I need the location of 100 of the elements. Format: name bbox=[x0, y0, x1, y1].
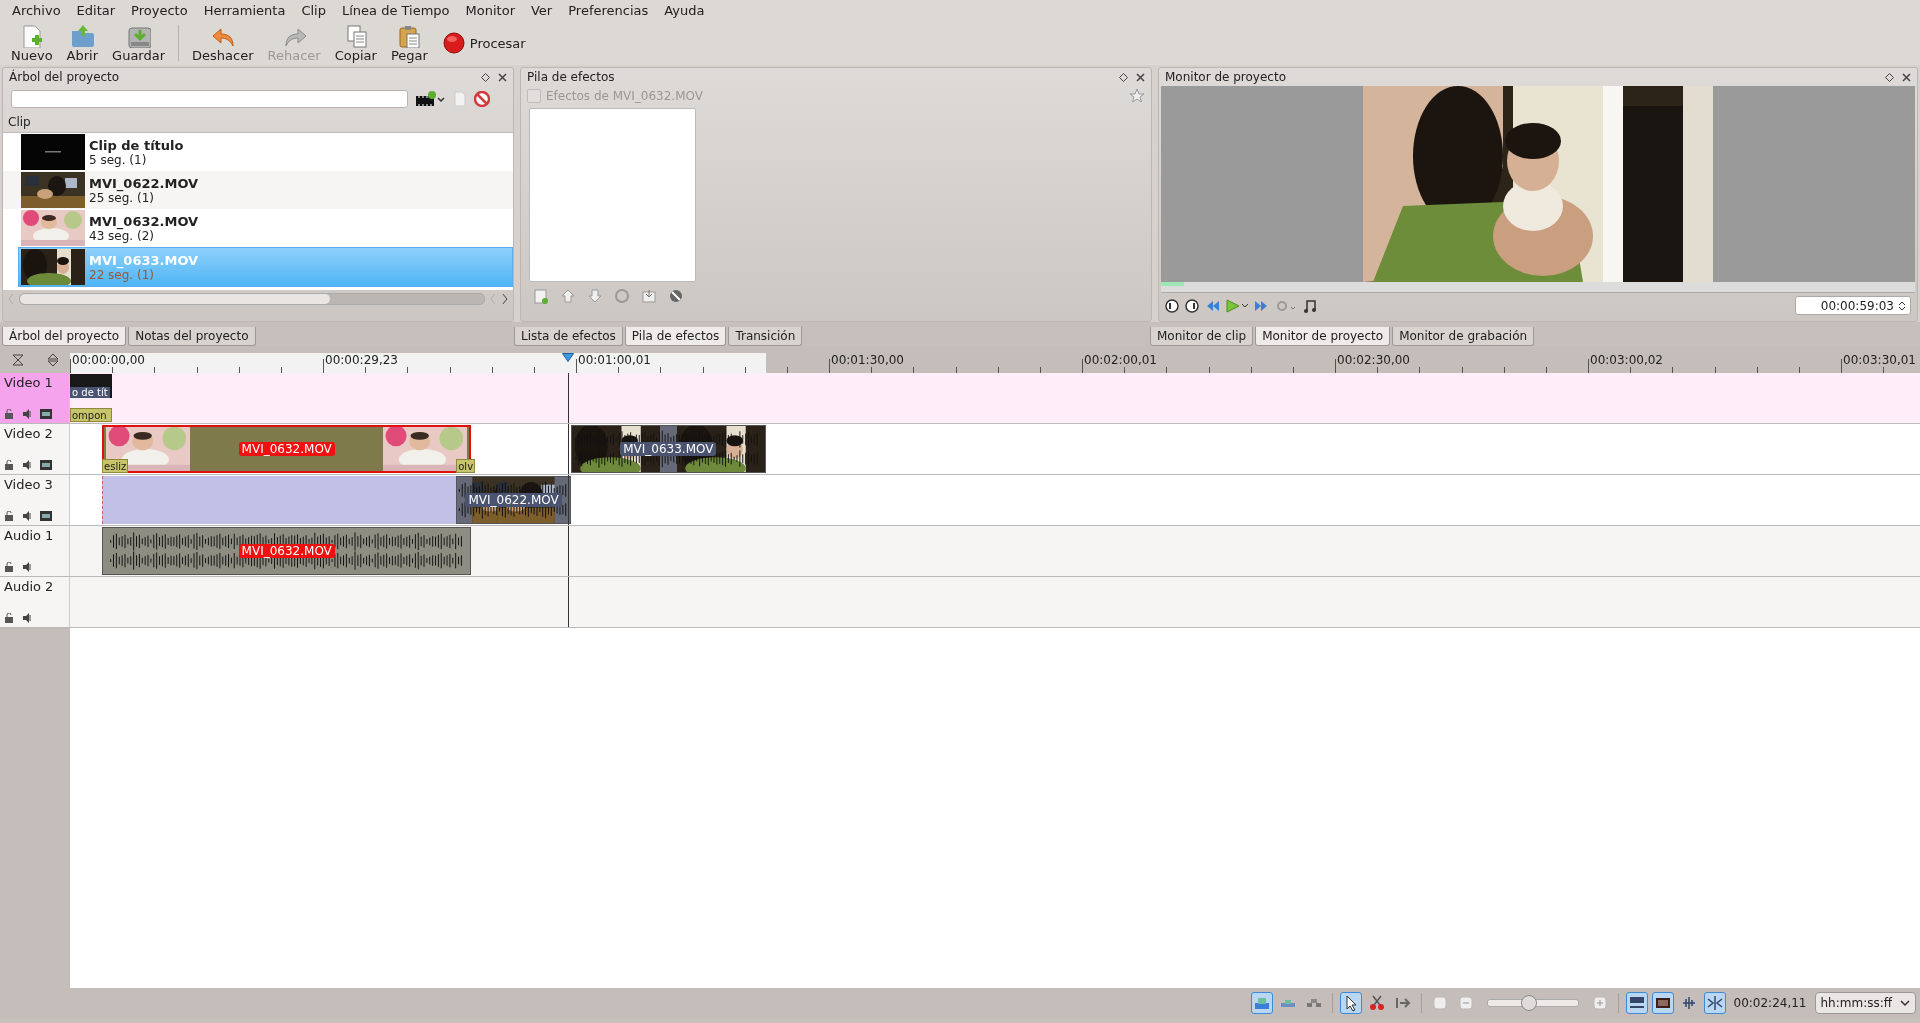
clip-label: MVI_0622.MOV bbox=[465, 493, 562, 507]
rewind-icon[interactable] bbox=[1205, 298, 1219, 313]
track-header[interactable]: Audio 1 bbox=[0, 526, 70, 576]
speaker-icon[interactable] bbox=[22, 511, 32, 521]
menu-item[interactable]: Línea de Tiempo bbox=[333, 3, 458, 18]
add-clip-icon[interactable] bbox=[416, 91, 446, 107]
tab[interactable]: Monitor de clip bbox=[1150, 327, 1254, 346]
film-icon[interactable] bbox=[40, 511, 52, 521]
zone-out-icon[interactable] bbox=[1185, 298, 1199, 313]
menu-item[interactable]: Herramienta bbox=[195, 3, 294, 18]
format-dropdown[interactable]: hh:mm:ss:ff bbox=[1814, 992, 1916, 1014]
menu-item[interactable]: Preferencias bbox=[560, 3, 657, 18]
track-name: Video 2 bbox=[4, 426, 54, 441]
toolbar-button[interactable]: Abrir bbox=[59, 23, 106, 63]
timecode-label: 00:03:30,01 bbox=[1843, 353, 1916, 367]
search-field[interactable] bbox=[11, 90, 408, 108]
tab[interactable]: Lista de efectos bbox=[514, 327, 623, 346]
transition[interactable]: olv bbox=[456, 459, 476, 473]
close-icon[interactable] bbox=[498, 72, 507, 82]
menu-item[interactable]: Ver bbox=[523, 3, 561, 18]
render-button[interactable]: Procesar bbox=[434, 31, 533, 55]
tab[interactable]: Notas del proyecto bbox=[128, 327, 256, 346]
playhead-icon[interactable] bbox=[562, 353, 575, 362]
video-clip[interactable]: MVI_0622.MOV bbox=[456, 476, 571, 524]
float-icon[interactable] bbox=[481, 72, 490, 82]
toolbar-button[interactable] bbox=[1703, 992, 1726, 1014]
track-header[interactable]: Video 3 bbox=[0, 475, 70, 525]
toolbar-button[interactable]: Copiar bbox=[327, 23, 384, 63]
title-clip[interactable]: o de tít bbox=[70, 374, 113, 398]
clip-duration: 25 seg. (1) bbox=[89, 190, 154, 205]
disable-icon[interactable] bbox=[668, 288, 684, 304]
zone-in-icon[interactable] bbox=[1165, 298, 1179, 313]
collapse-icon[interactable] bbox=[11, 353, 24, 366]
clip-name: MVI_0633.MOV bbox=[89, 252, 199, 268]
tab[interactable]: Monitor de proyecto bbox=[1255, 327, 1391, 346]
menu-item[interactable]: Proyecto bbox=[123, 3, 196, 18]
close-icon[interactable] bbox=[1902, 72, 1911, 82]
track-header[interactable]: Video 2 bbox=[0, 424, 70, 474]
lock-icon[interactable] bbox=[4, 613, 14, 623]
lock-icon[interactable] bbox=[4, 511, 14, 521]
speaker-icon[interactable] bbox=[22, 613, 32, 623]
up-arrow-icon[interactable] bbox=[560, 288, 576, 304]
toolbar-button[interactable] bbox=[1339, 992, 1362, 1014]
film-icon[interactable] bbox=[40, 460, 52, 470]
panel-title: Pila de efectos bbox=[527, 70, 616, 84]
spin-arrows-icon[interactable] bbox=[1898, 299, 1906, 312]
float-icon[interactable] bbox=[1885, 72, 1894, 82]
panel-title: Monitor de proyecto bbox=[1165, 70, 1287, 84]
lock-icon[interactable] bbox=[4, 409, 14, 419]
clip-list-item[interactable]: Clip de título 5 seg. (1) bbox=[3, 133, 513, 171]
add-effect-icon[interactable] bbox=[533, 288, 549, 304]
delete-icon[interactable] bbox=[474, 91, 490, 107]
toolbar-button[interactable]: Guardar bbox=[105, 23, 173, 63]
toolbar-button[interactable]: Nuevo bbox=[4, 23, 60, 63]
audio-clip[interactable]: MVI_0632.MOV bbox=[102, 527, 472, 575]
lock-icon[interactable] bbox=[4, 562, 14, 572]
timecode-field[interactable]: 00:00:59:03 bbox=[1795, 296, 1911, 315]
forward-icon[interactable] bbox=[1255, 298, 1269, 313]
video-clip[interactable]: MVI_0633.MOV bbox=[570, 425, 766, 473]
speaker-icon[interactable] bbox=[22, 460, 32, 470]
track-header[interactable]: Audio 2 bbox=[0, 577, 70, 627]
tab[interactable]: Transición bbox=[728, 327, 803, 346]
expand-icon[interactable] bbox=[46, 353, 59, 366]
panel-title: Árbol del proyecto bbox=[9, 70, 121, 84]
clip-list-item[interactable]: MVI_0632.MOV 43 seg. (2) bbox=[3, 209, 513, 247]
slider-thumb[interactable] bbox=[1521, 995, 1537, 1011]
transition[interactable]: ompon bbox=[70, 408, 113, 422]
scrollbar[interactable] bbox=[18, 293, 486, 305]
menu-item[interactable]: Monitor bbox=[457, 3, 523, 18]
save-icon[interactable] bbox=[641, 288, 657, 304]
scissors-icon bbox=[1367, 994, 1386, 1012]
close-icon[interactable] bbox=[1136, 72, 1145, 82]
tab[interactable]: Pila de efectos bbox=[624, 327, 727, 346]
star-icon[interactable] bbox=[1129, 88, 1145, 104]
scroll-right-icon[interactable] bbox=[501, 293, 509, 305]
toolbar-button[interactable] bbox=[1651, 992, 1674, 1014]
clip-list-item[interactable]: MVI_0622.MOV 25 seg. (1) bbox=[3, 171, 513, 209]
lock-icon[interactable] bbox=[4, 460, 14, 470]
clip-duration: 5 seg. (1) bbox=[89, 152, 148, 167]
speaker-icon[interactable] bbox=[22, 409, 32, 419]
float-icon[interactable] bbox=[1119, 72, 1128, 82]
menu-item[interactable]: Clip bbox=[293, 3, 334, 18]
film-icon[interactable] bbox=[40, 409, 52, 419]
speaker-icon[interactable] bbox=[22, 562, 32, 572]
track-name: Video 1 bbox=[4, 375, 54, 390]
toolbar-button[interactable]: Pegar bbox=[383, 23, 435, 63]
down-arrow-icon[interactable] bbox=[587, 288, 603, 304]
timecode-label: 00:03:00,02 bbox=[1590, 353, 1663, 367]
toolbar-button[interactable]: Deshacer bbox=[185, 23, 261, 63]
menu-item[interactable]: Editar bbox=[68, 3, 124, 18]
transition[interactable]: esliz bbox=[102, 459, 129, 473]
toolbar-button[interactable] bbox=[1625, 992, 1648, 1014]
tab[interactable]: Árbol del proyecto bbox=[2, 327, 127, 346]
music-note-icon[interactable] bbox=[1303, 298, 1317, 313]
menu-item[interactable]: Ayuda bbox=[656, 3, 713, 18]
clip-name: MVI_0632.MOV bbox=[89, 213, 199, 229]
tab[interactable]: Monitor de grabación bbox=[1392, 327, 1535, 346]
track-header[interactable]: Video 1 bbox=[0, 373, 70, 423]
menu-item[interactable]: Archivo bbox=[4, 3, 69, 18]
track-name: Audio 1 bbox=[4, 528, 55, 543]
